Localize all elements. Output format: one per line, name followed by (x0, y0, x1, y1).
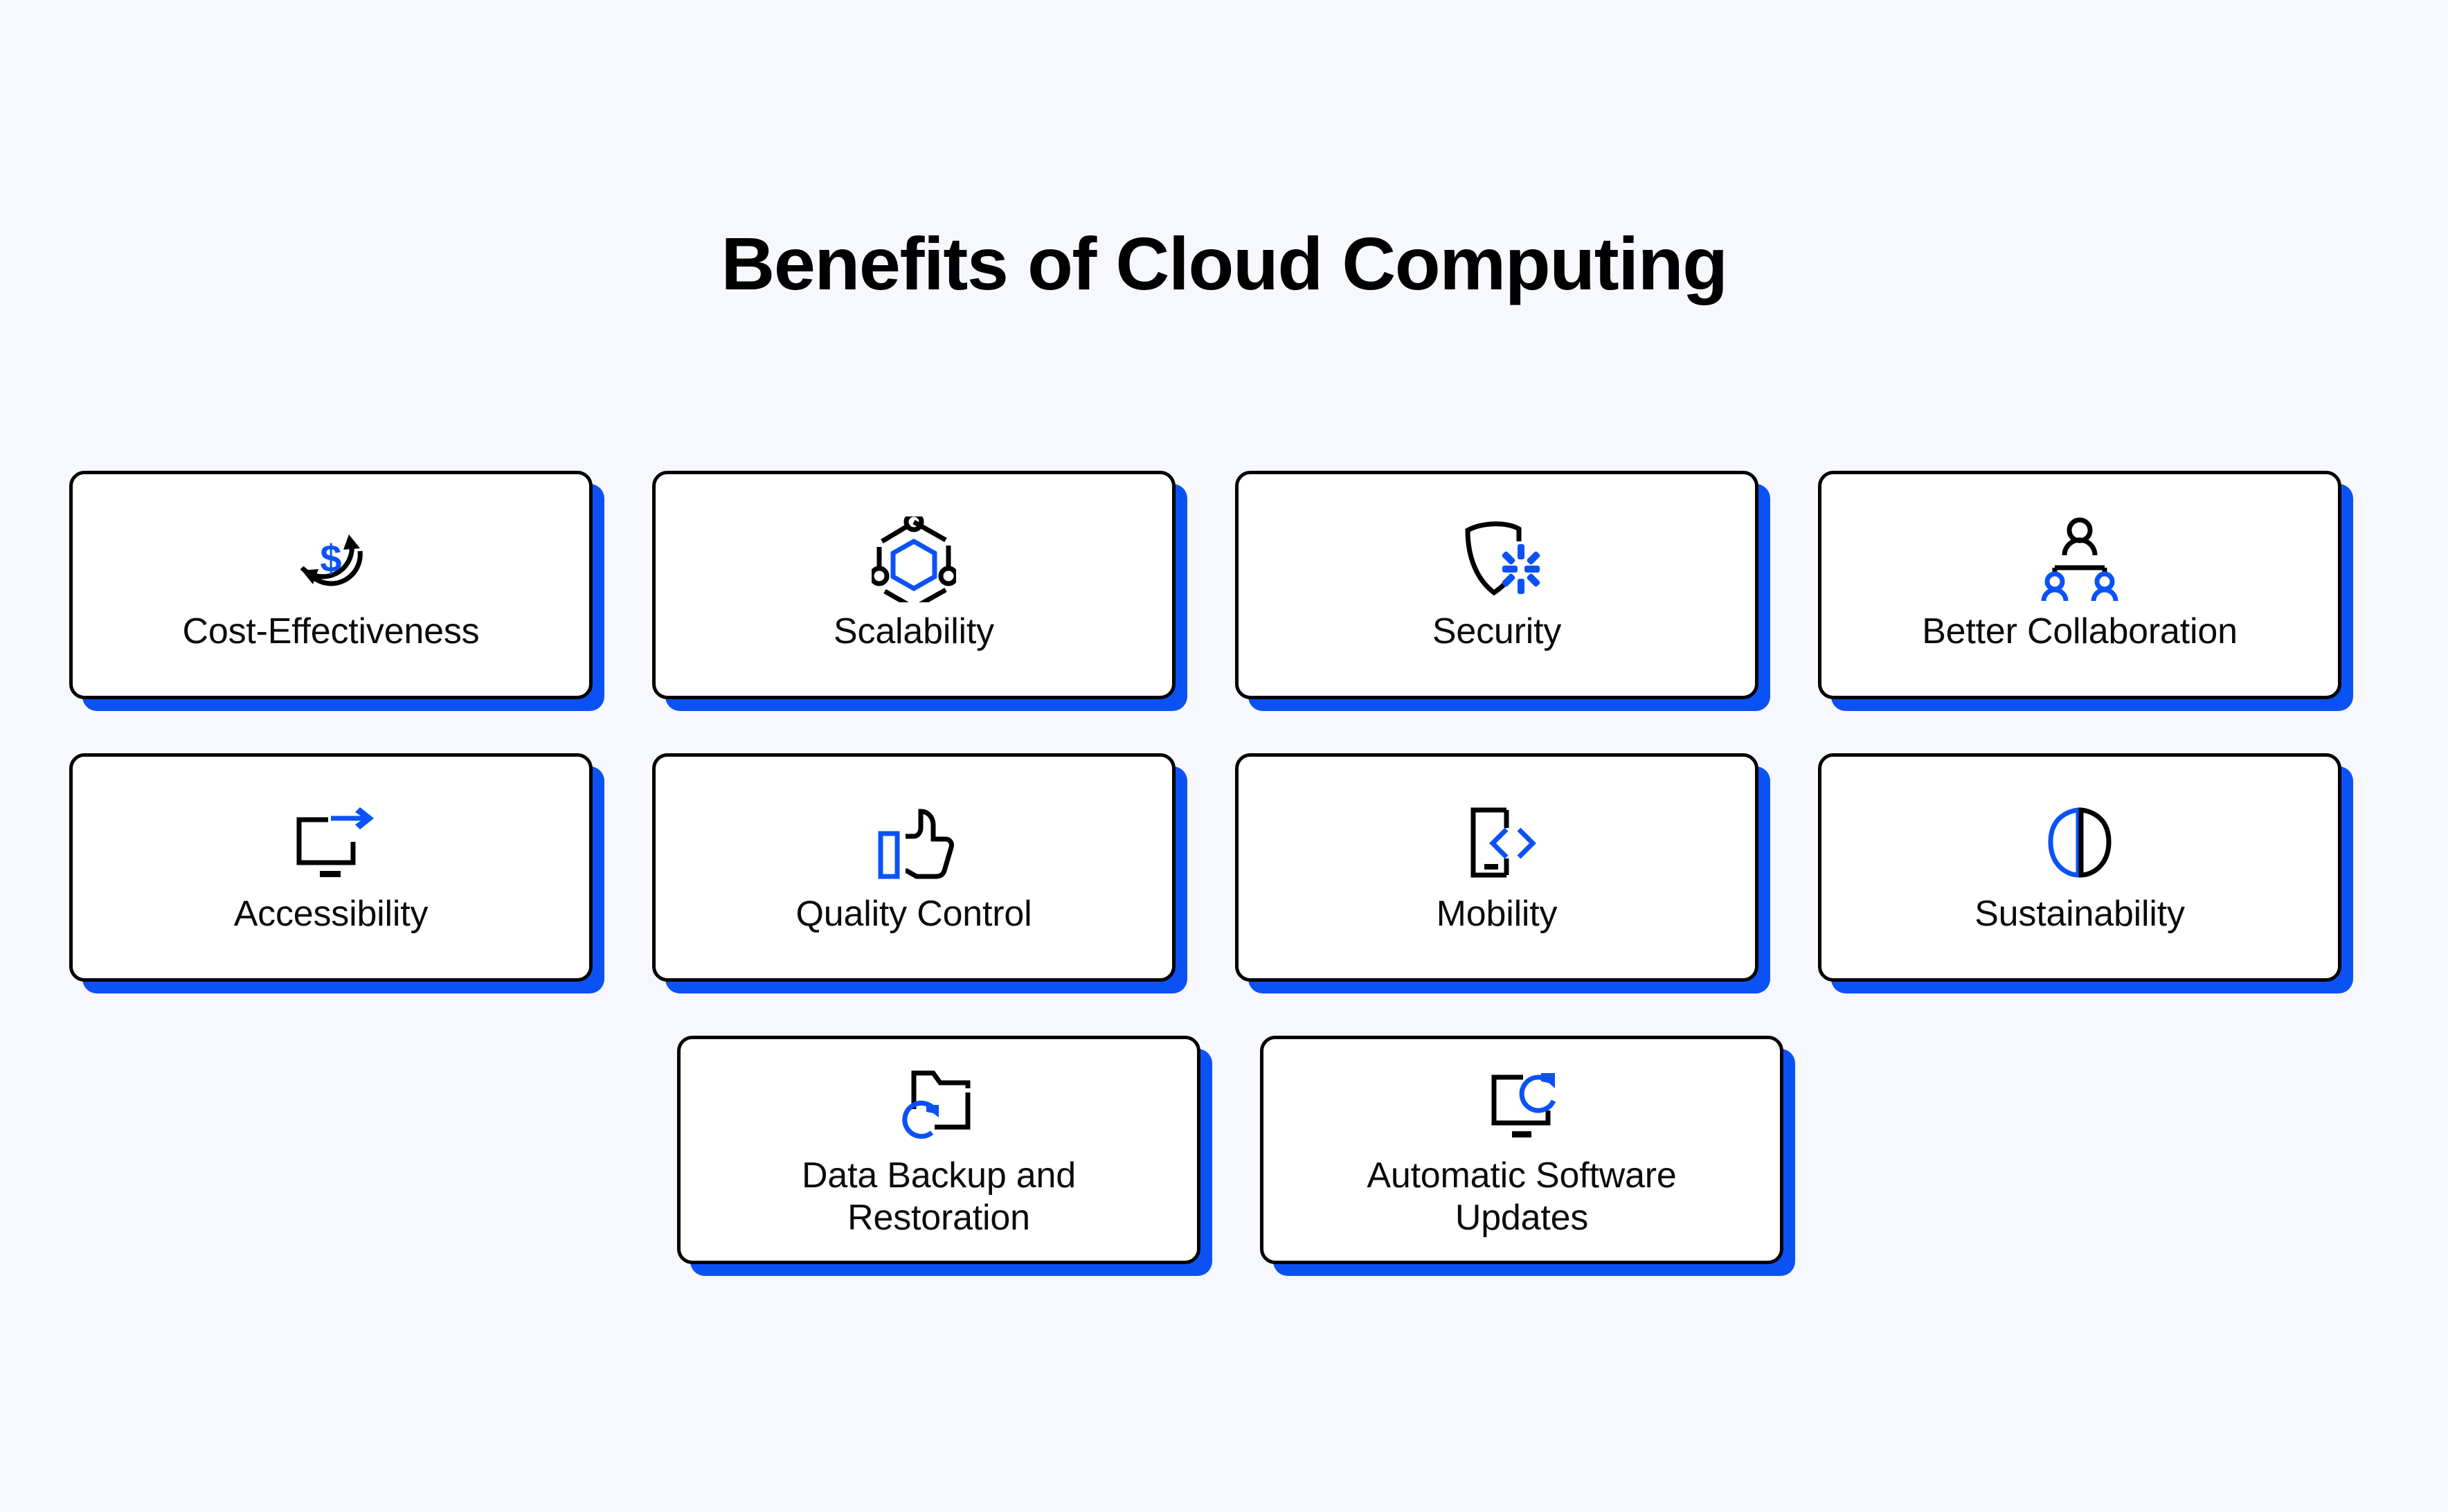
org-chart-people-icon (2028, 516, 2132, 602)
shield-burst-icon (1445, 516, 1549, 602)
benefit-card-label: Sustainability (1974, 894, 2185, 935)
benefit-card-label: Scalability (834, 611, 994, 652)
monitor-refresh-icon (1470, 1061, 1574, 1146)
benefit-card-label: Better Collaboration (1922, 611, 2238, 652)
benefits-row-1: $ Cost-Effectiveness Scalability Securit… (69, 471, 2386, 699)
dollar-refresh-icon: $ (279, 516, 383, 602)
benefit-card-label: Quality Control (795, 894, 1032, 935)
page-title: Benefits of Cloud Computing (721, 222, 1728, 305)
benefit-card-label: Cost-Effectiveness (182, 611, 480, 652)
infographic-canvas: Benefits of Cloud Computing $ Cost-Effec… (0, 0, 2448, 1512)
benefit-card-accessibility[interactable]: Accessibility (69, 753, 593, 982)
monitor-arrow-icon (279, 799, 383, 885)
two-leaves-icon (2028, 799, 2132, 885)
hexagon-network-icon (862, 516, 966, 603)
benefits-row-3: Data Backup and Restoration Automatic So… (69, 1036, 2386, 1264)
benefit-card-label: Automatic Software Updates (1367, 1155, 1677, 1238)
folder-refresh-icon (887, 1061, 991, 1146)
benefit-card-label: Security (1432, 611, 1562, 652)
benefit-card-better-collaboration[interactable]: Better Collaboration (1818, 471, 2341, 699)
benefit-card-cost-effectiveness[interactable]: $ Cost-Effectiveness (69, 471, 593, 699)
benefit-card-quality-control[interactable]: Quality Control (652, 753, 1176, 982)
benefit-card-scalability[interactable]: Scalability (652, 471, 1176, 699)
thumbs-up-icon (862, 799, 966, 885)
benefit-card-sustainability[interactable]: Sustainability (1818, 753, 2341, 982)
benefit-card-label: Mobility (1436, 894, 1558, 935)
benefit-card-label: Data Backup and Restoration (802, 1155, 1076, 1238)
benefit-card-security[interactable]: Security (1235, 471, 1758, 699)
benefit-card-label: Accessibility (233, 894, 429, 935)
benefits-row-2: Accessibility Quality Control Mobility S… (69, 753, 2386, 982)
benefit-card-automatic-software-updates[interactable]: Automatic Software Updates (1260, 1036, 1783, 1264)
benefit-card-data-backup-and-restoration[interactable]: Data Backup and Restoration (677, 1036, 1200, 1264)
phone-code-icon (1445, 799, 1549, 885)
benefit-card-mobility[interactable]: Mobility (1235, 753, 1758, 982)
benefits-grid: $ Cost-Effectiveness Scalability Securit… (69, 471, 2386, 1264)
svg-text:$: $ (320, 537, 341, 580)
